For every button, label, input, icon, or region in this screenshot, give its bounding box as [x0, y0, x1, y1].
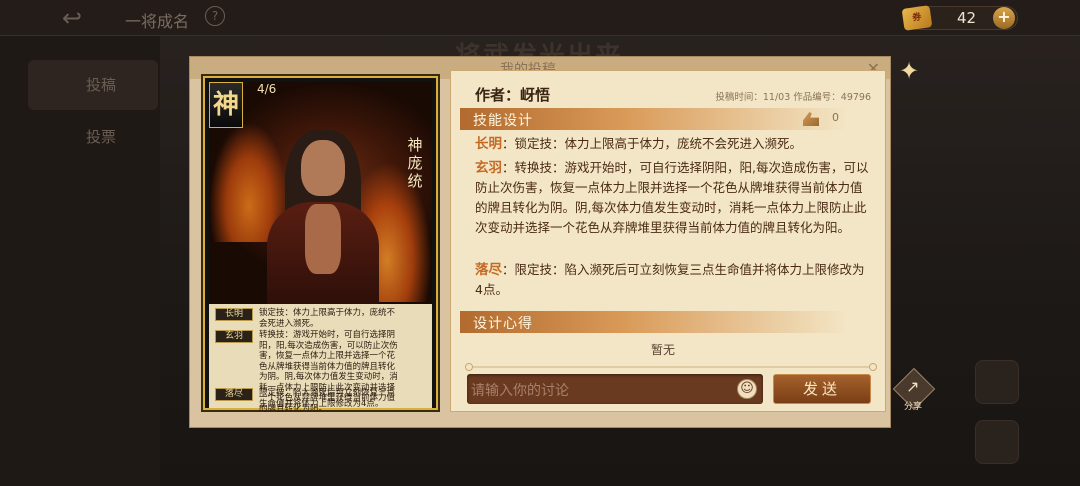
- side-action-icon[interactable]: [975, 420, 1019, 464]
- author-label: 作者：: [475, 86, 521, 104]
- share-icon: ↗: [906, 377, 920, 396]
- card-skill-text: 长明 锁定技：体力上限高于体力，庞统不会死进入濒死。 玄羽 转换技：游戏开始时，…: [209, 304, 432, 414]
- divider-dot: [465, 363, 473, 371]
- figure-head: [301, 140, 345, 196]
- skill-name: 长明: [475, 136, 502, 152]
- card-skill-tag: 玄羽: [215, 330, 253, 343]
- sparkle-icon: ✦: [898, 57, 920, 85]
- card-skill-tag: 落尽: [215, 388, 253, 401]
- detail-panel: 作者：岈悟 投稿时间：11/03 作品编号：49796 技能设计 0 长明：锁定…: [450, 70, 886, 412]
- design-section-header: 设计心得: [460, 311, 869, 333]
- emoji-icon[interactable]: ☺: [737, 379, 757, 399]
- tab-vote[interactable]: 投票: [28, 112, 158, 162]
- currency-display: 券 42 +: [901, 5, 1018, 31]
- skill-description: 落尽：限定技：陷入濒死后可立刻恢复三点生命值并将体力上限修改为4点。: [475, 260, 871, 300]
- general-card[interactable]: 神 4/6 神庞统 长明 锁定技：体力上限高于体力，庞统不会死进入濒死。 玄羽 …: [203, 76, 438, 414]
- divider-line: [465, 363, 877, 371]
- ticket-icon: 券: [901, 5, 933, 31]
- tab-submit[interactable]: 投稿: [28, 60, 158, 110]
- back-icon[interactable]: ↩: [62, 4, 82, 32]
- share-button[interactable]: ↗ 分享: [892, 367, 936, 412]
- add-currency-button[interactable]: +: [993, 7, 1015, 29]
- card-god-badge: 神: [209, 82, 243, 128]
- submission-meta: 投稿时间：11/03 作品编号：49796: [715, 92, 871, 103]
- skill-description: 长明：锁定技：体力上限高于体力，庞统不会死进入濒死。: [475, 134, 871, 154]
- skill-text: ：锁定技：体力上限高于体力，庞统不会死进入濒死。: [502, 136, 803, 151]
- author-line: 作者：岈悟: [475, 84, 550, 105]
- skill-text: ：转换技：游戏开始时，可自行选择阴阳，阳,每次造成伤害，可以防止次伤害，恢复一点…: [475, 160, 869, 235]
- share-label: 分享: [904, 402, 923, 412]
- comment-input[interactable]: 请输入你的讨论 ☺: [467, 374, 763, 404]
- card-name: 神庞统: [407, 136, 423, 190]
- help-icon[interactable]: ?: [205, 6, 225, 26]
- side-action-icon[interactable]: [975, 360, 1019, 404]
- design-section-title: 设计心得: [473, 316, 533, 332]
- skill-section-header: 技能设计 0: [460, 108, 869, 130]
- divider-dot: [869, 363, 877, 371]
- currency-value: 42: [957, 9, 977, 27]
- skill-description: 玄羽：转换技：游戏开始时，可自行选择阴阳，阳,每次造成伤害，可以防止次伤害，恢复…: [475, 158, 871, 238]
- card-skill-tag: 长明: [215, 308, 253, 321]
- comment-placeholder: 请输入你的讨论: [471, 383, 569, 399]
- screen-title: 一将成名: [125, 12, 190, 31]
- skill-name: 玄羽: [475, 160, 502, 176]
- design-note: 暂无: [651, 343, 676, 357]
- figure-chest: [305, 204, 341, 274]
- skill-section-title: 技能设计: [473, 113, 533, 129]
- card-hp: 4/6: [257, 82, 277, 96]
- skill-text: ：限定技：陷入濒死后可立刻恢复三点生命值并将体力上限修改为4点。: [475, 262, 865, 297]
- card-skill-desc: 限定技：陷入濒死后可立刻恢复三点生命值并将体力上限修改为4点。: [259, 388, 396, 409]
- skill-name: 落尽: [475, 262, 502, 278]
- like-icon[interactable]: [803, 112, 819, 126]
- send-button[interactable]: 发送: [773, 374, 871, 404]
- card-skill-desc: 锁定技：体力上限高于体力，庞统不会死进入濒死。: [259, 308, 396, 329]
- like-count: 0: [832, 111, 839, 124]
- author-name: 岈悟: [520, 86, 551, 104]
